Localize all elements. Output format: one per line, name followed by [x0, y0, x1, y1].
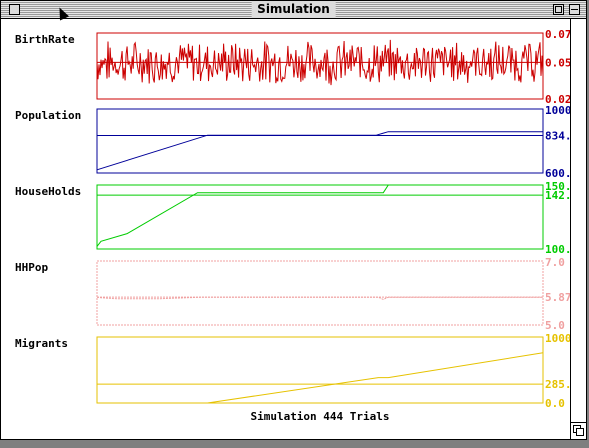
footer-text: Simulation 444 Trials	[250, 410, 390, 423]
reference-value-label: 5.87	[545, 291, 572, 304]
chart-frame	[96, 184, 544, 250]
y-max-tick-label: 7.0	[545, 256, 565, 269]
grow-box[interactable]	[570, 422, 586, 439]
chart-frame	[96, 336, 544, 404]
charts-canvas: 0.070.050.0251000.834.3600.0150.0142.110…	[96, 28, 578, 410]
chart-frame	[96, 108, 544, 174]
series-line	[96, 131, 543, 171]
simulation-window: Simulation BirthRate Population HouseHol…	[0, 0, 587, 440]
reference-value-label: 0.05	[545, 56, 572, 69]
vertical-scrollbar[interactable]	[570, 19, 586, 424]
series-line	[97, 352, 544, 404]
chart-frame	[96, 260, 544, 326]
y-min-tick-label: 5.0	[545, 319, 565, 332]
series-line	[96, 184, 543, 247]
y-min-tick-label: 0.0	[545, 397, 565, 410]
y-max-tick-label: 0.07	[545, 28, 572, 41]
